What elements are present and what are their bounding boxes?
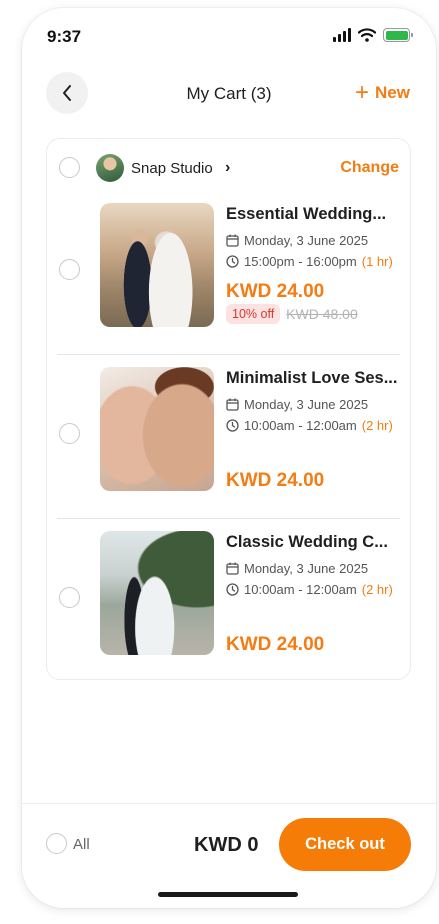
item-photo [100, 203, 214, 327]
item-divider [57, 518, 400, 519]
clock-icon [226, 583, 239, 596]
studio-select-radio[interactable] [59, 157, 80, 178]
item-name: Classic Wedding C... [226, 533, 388, 551]
item-time: 10:00am - 12:00am [244, 582, 357, 597]
item-photo [100, 531, 214, 655]
item-price: KWD 24.00 [226, 634, 325, 655]
studio-name[interactable]: Snap Studio [131, 160, 213, 177]
item-info: Minimalist Love Ses... Monday, 3 June 20… [226, 367, 404, 491]
status-bar: 9:37 [22, 8, 436, 64]
item-info: Essential Wedding... Monday, 3 June 2025… [226, 203, 404, 324]
item-date: Monday, 3 June 2025 [244, 233, 369, 248]
new-button[interactable]: + New [355, 79, 410, 106]
change-button[interactable]: Change [340, 159, 399, 177]
item-date-row: Monday, 3 June 2025 [226, 561, 404, 576]
select-all-label[interactable]: All [73, 836, 90, 853]
item-time-row: 10:00am - 12:00am (2 hr) [226, 418, 404, 433]
item-photo [100, 367, 214, 491]
cellular-signal-icon [333, 28, 351, 42]
select-all-radio[interactable] [46, 833, 67, 854]
item-date: Monday, 3 June 2025 [244, 561, 369, 576]
item-date-row: Monday, 3 June 2025 [226, 397, 404, 412]
clock-icon [226, 419, 239, 432]
item-divider [57, 354, 400, 355]
studio-avatar [96, 154, 124, 182]
calendar-icon [226, 234, 239, 247]
item-select-radio[interactable] [59, 587, 80, 608]
checkout-button[interactable]: Check out [279, 818, 411, 871]
total-price: KWD 0 [194, 834, 259, 856]
status-time: 9:37 [47, 27, 82, 46]
discount-badge: 10% off [226, 304, 281, 324]
phone-screen: 9:37 My Cart (3) + New Snap Studio › Cha… [22, 8, 436, 908]
checkout-bar: All KWD 0 Check out [22, 803, 436, 908]
item-duration: (1 hr) [361, 254, 393, 269]
item-date-row: Monday, 3 June 2025 [226, 233, 404, 248]
calendar-icon [226, 398, 239, 411]
battery-icon [383, 28, 413, 42]
item-select-radio[interactable] [59, 259, 80, 280]
original-price: KWD 48.00 [286, 306, 358, 322]
item-name: Minimalist Love Ses... [226, 369, 398, 387]
item-time-row: 15:00pm - 16:00pm (1 hr) [226, 254, 404, 269]
item-info: Classic Wedding C... Monday, 3 June 2025… [226, 531, 404, 655]
item-discount: 10% off KWD 48.00 [226, 304, 358, 324]
home-indicator [158, 892, 298, 897]
cart-item[interactable]: Classic Wedding C... Monday, 3 June 2025… [47, 531, 410, 695]
item-duration: (2 hr) [361, 418, 393, 433]
item-date: Monday, 3 June 2025 [244, 397, 369, 412]
calendar-icon [226, 562, 239, 575]
item-time: 15:00pm - 16:00pm [244, 254, 357, 269]
chevron-right-icon[interactable]: › [225, 159, 230, 177]
item-time-row: 10:00am - 12:00am (2 hr) [226, 582, 404, 597]
item-select-radio[interactable] [59, 423, 80, 444]
header: My Cart (3) + New [22, 72, 436, 116]
plus-icon: + [355, 79, 370, 106]
item-price: KWD 24.00 [226, 470, 325, 491]
wifi-icon [358, 28, 376, 42]
cart-group-card: Snap Studio › Change Essential Wedding..… [46, 138, 411, 680]
status-icons [333, 28, 413, 42]
item-name: Essential Wedding... [226, 205, 387, 223]
new-button-label: New [375, 83, 410, 102]
cart-item[interactable]: Essential Wedding... Monday, 3 June 2025… [47, 203, 410, 367]
cart-item[interactable]: Minimalist Love Ses... Monday, 3 June 20… [47, 367, 410, 531]
studio-row: Snap Studio › Change [47, 139, 410, 195]
item-time: 10:00am - 12:00am [244, 418, 357, 433]
item-price: KWD 24.00 [226, 281, 325, 302]
clock-icon [226, 255, 239, 268]
item-duration: (2 hr) [361, 582, 393, 597]
